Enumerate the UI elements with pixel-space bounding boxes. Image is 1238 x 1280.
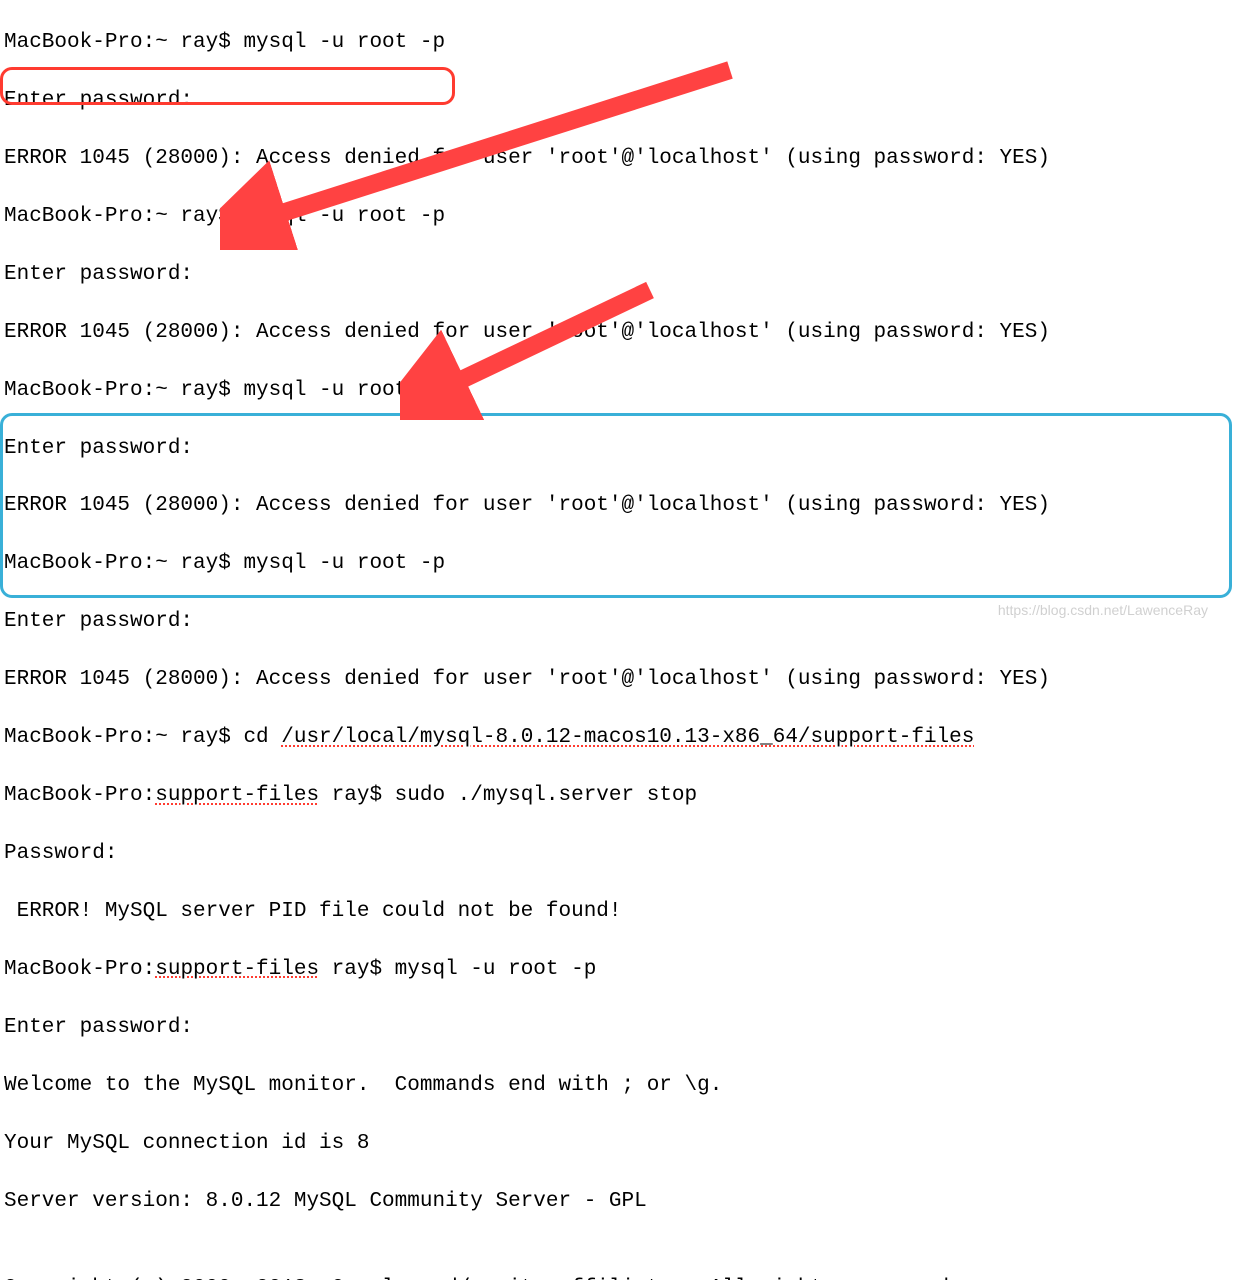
- terminal-line: Server version: 8.0.12 MySQL Community S…: [4, 1188, 1050, 1217]
- terminal-line: Your MySQL connection id is 8: [4, 1130, 1050, 1159]
- terminal-line: Enter password:: [4, 608, 1050, 637]
- terminal-line: MacBook-Pro:~ ray$ mysql -u root -p: [4, 550, 1050, 579]
- terminal-output: MacBook-Pro:~ ray$ mysql -u root -p Ente…: [4, 0, 1050, 1280]
- terminal-line: Enter password:: [4, 435, 1050, 464]
- terminal-line: Password:: [4, 840, 1050, 869]
- terminal-line: Enter password:: [4, 1014, 1050, 1043]
- terminal-line: MacBook-Pro:support-files ray$ sudo ./my…: [4, 782, 1050, 811]
- terminal-line: ERROR 1045 (28000): Access denied for us…: [4, 319, 1050, 348]
- watermark-text: https://blog.csdn.net/LawenceRay: [998, 601, 1208, 620]
- prompt-text: MacBook-Pro:~ ray$ cd: [4, 726, 281, 749]
- support-files-text: support-files: [155, 784, 319, 807]
- terminal-line: Enter password:: [4, 87, 1050, 116]
- terminal-line: Welcome to the MySQL monitor. Commands e…: [4, 1072, 1050, 1101]
- command-text: ray$ sudo ./mysql.server stop: [319, 784, 697, 807]
- terminal-line: ERROR! MySQL server PID file could not b…: [4, 898, 1050, 927]
- terminal-line: ERROR 1045 (28000): Access denied for us…: [4, 145, 1050, 174]
- terminal-line: MacBook-Pro:~ ray$ cd /usr/local/mysql-8…: [4, 724, 1050, 753]
- support-files-text: support-files: [155, 958, 319, 981]
- path-text: /usr/local/mysql-8.0.12-macos10.13-x86_6…: [281, 726, 974, 749]
- terminal-line: Enter password:: [4, 261, 1050, 290]
- terminal-line: ERROR 1045 (28000): Access denied for us…: [4, 492, 1050, 521]
- terminal-line: MacBook-Pro:~ ray$ mysql -u root -p: [4, 29, 1050, 58]
- terminal-line: MacBook-Pro:~ ray$ mysql -u root -p: [4, 203, 1050, 232]
- terminal-line: ERROR 1045 (28000): Access denied for us…: [4, 666, 1050, 695]
- prompt-text: MacBook-Pro:: [4, 784, 155, 807]
- terminal-line: MacBook-Pro:support-files ray$ mysql -u …: [4, 956, 1050, 985]
- prompt-text: MacBook-Pro:: [4, 958, 155, 981]
- terminal-line: Copyright (c) 2000, 2018, Oracle and/or …: [4, 1275, 1050, 1280]
- command-text: ray$ mysql -u root -p: [319, 958, 596, 981]
- terminal-line: MacBook-Pro:~ ray$ mysql -u root -p: [4, 377, 1050, 406]
